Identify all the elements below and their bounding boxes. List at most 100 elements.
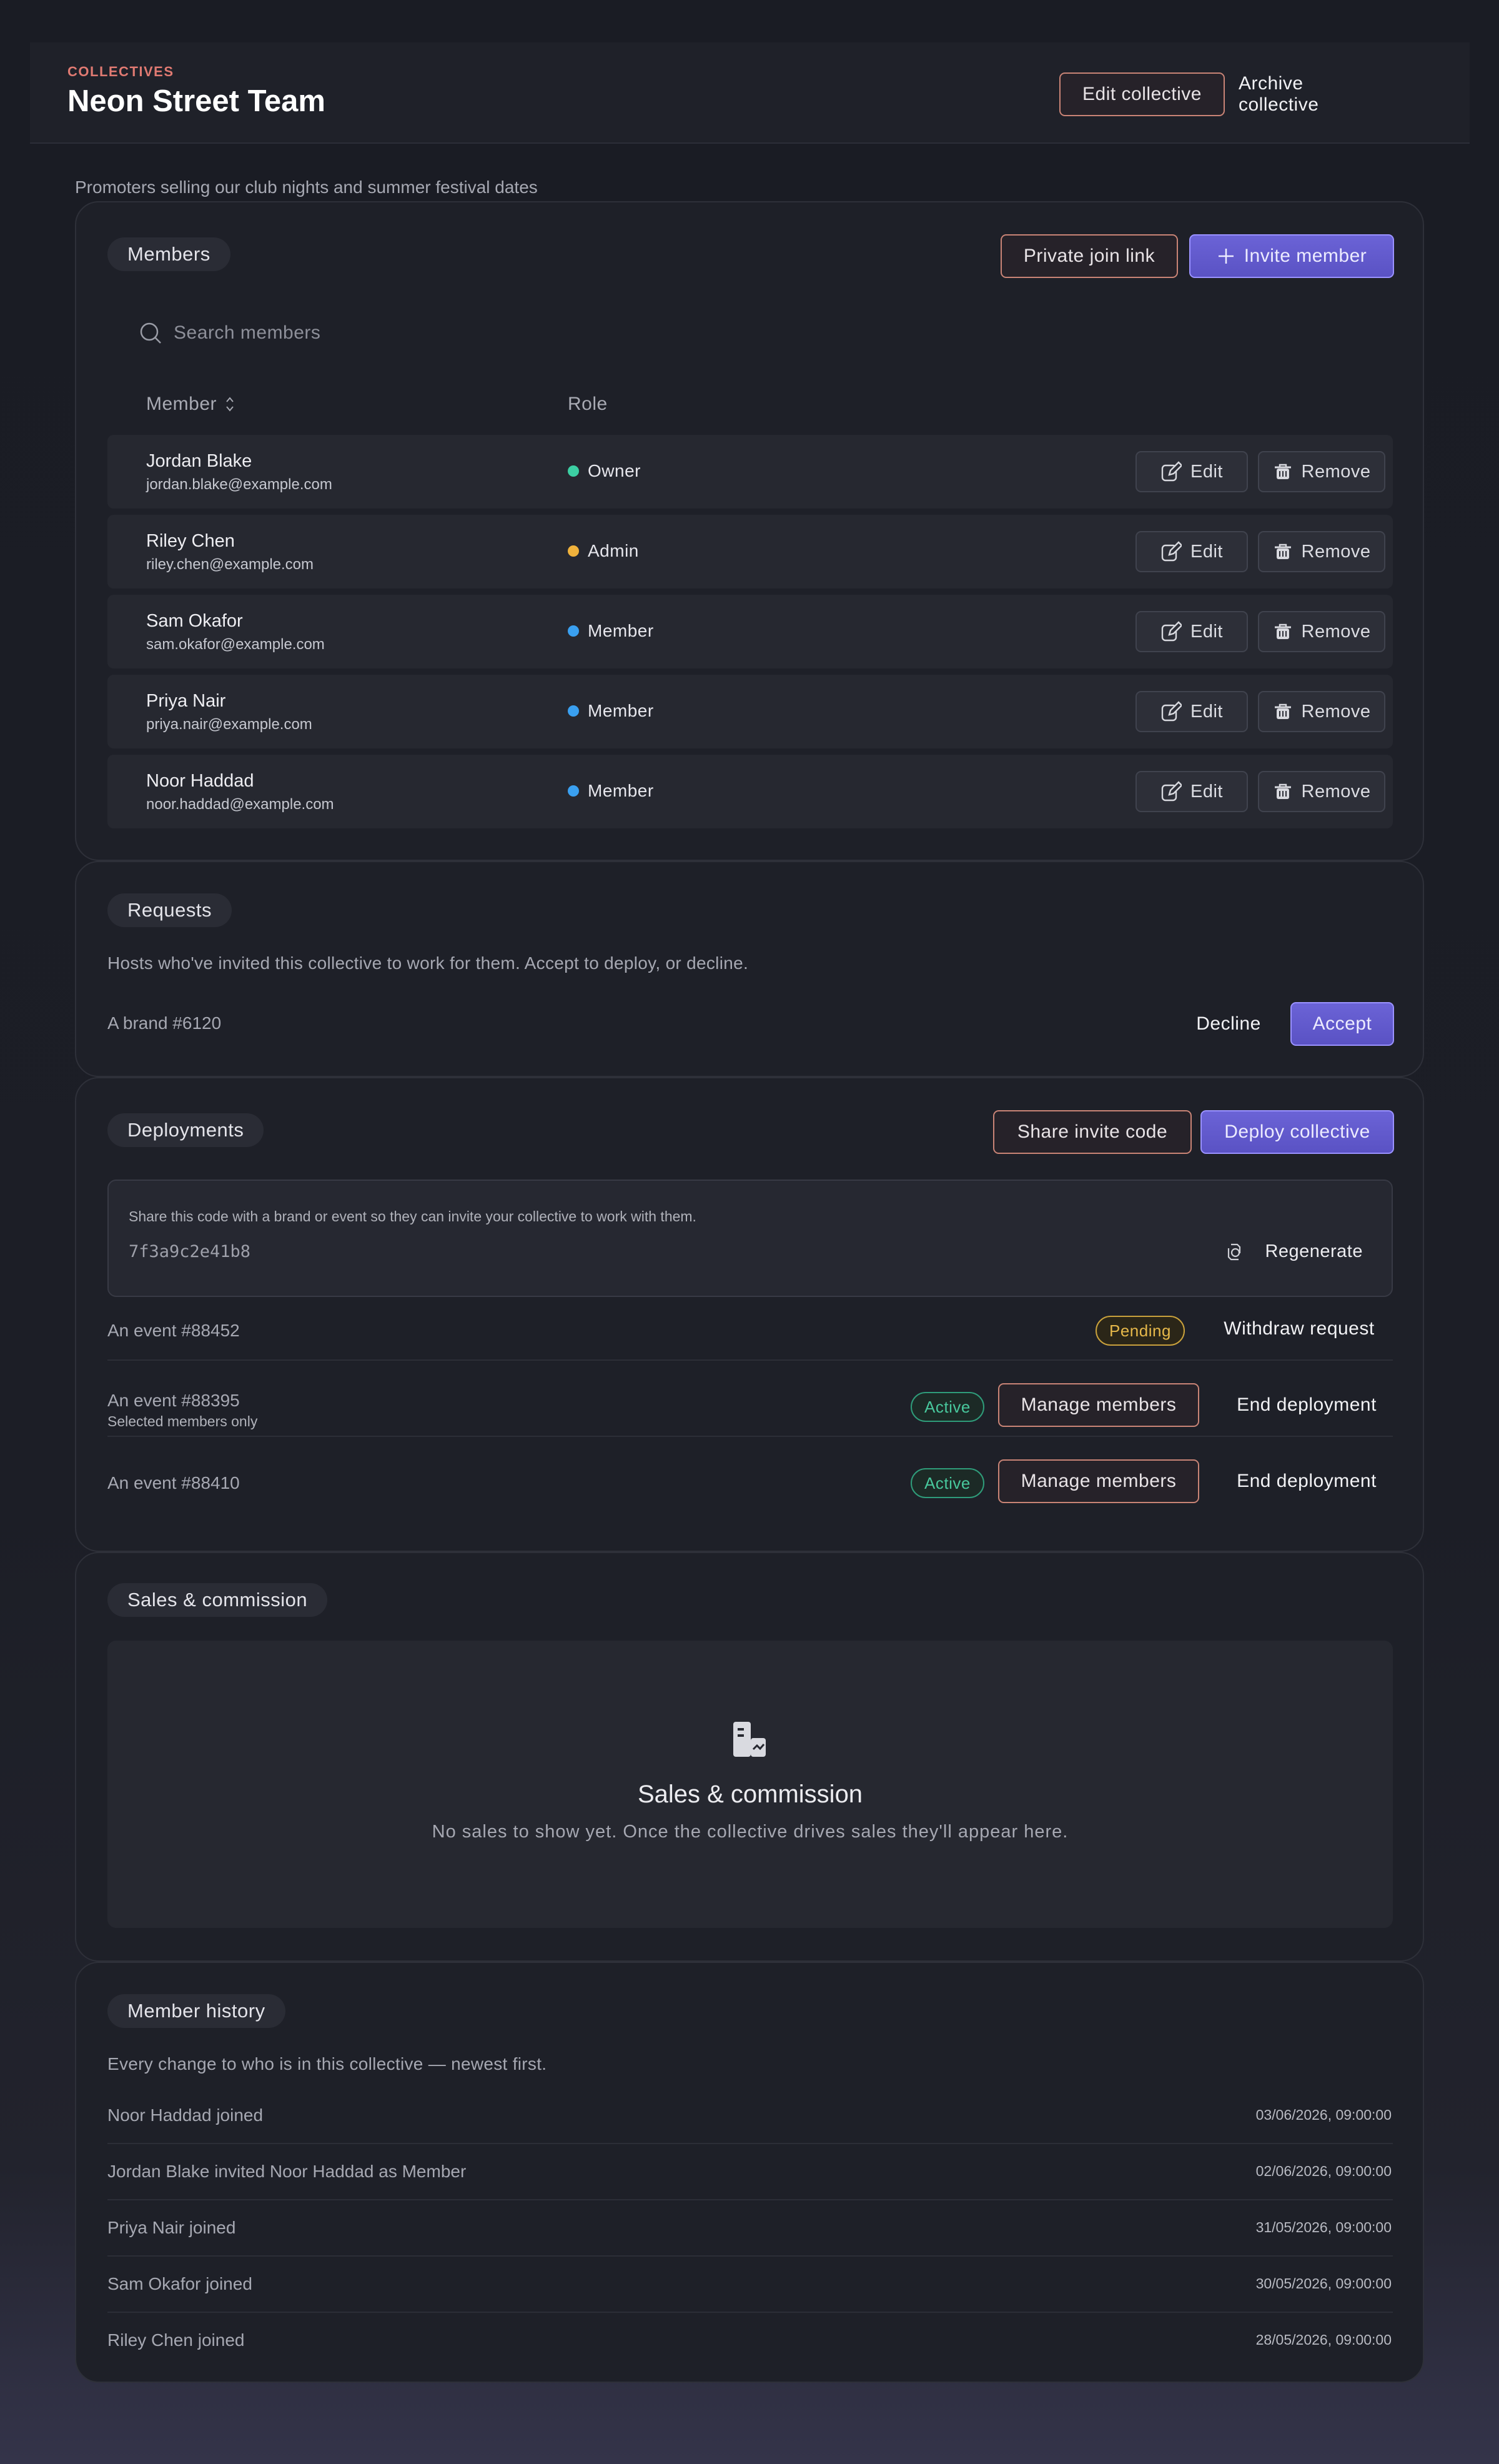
private-join-link-button[interactable]: Private join link bbox=[1001, 234, 1178, 278]
search-input[interactable]: Search members bbox=[139, 321, 320, 345]
member-history-card: Member history Every change to who is in… bbox=[75, 1962, 1424, 2383]
decline-button[interactable]: Decline bbox=[1182, 1002, 1275, 1046]
page-title: Neon Street Team bbox=[67, 84, 325, 118]
edit-label: Edit bbox=[1190, 781, 1223, 802]
history-item: Riley Chen joined bbox=[107, 2330, 245, 2350]
request-item-title: A brand #6120 bbox=[107, 1013, 222, 1033]
remove-label: Remove bbox=[1301, 461, 1371, 482]
share-invite-code-button[interactable]: Share invite code bbox=[993, 1110, 1192, 1154]
remove-member-button[interactable]: Remove bbox=[1258, 531, 1385, 572]
member-name: Riley Chen bbox=[146, 531, 235, 551]
sales-report-icon bbox=[733, 1722, 766, 1757]
edit-member-button[interactable]: Edit bbox=[1135, 691, 1248, 732]
table-row: Priya Nair priya.nair@example.com Member Ed… bbox=[107, 675, 1393, 748]
trash-icon bbox=[1274, 544, 1291, 559]
edit-label: Edit bbox=[1190, 541, 1223, 562]
edit-icon bbox=[1161, 701, 1182, 722]
sales-empty-title: Sales & commission bbox=[637, 1781, 863, 1808]
edit-member-button[interactable]: Edit bbox=[1135, 531, 1248, 572]
member-name: Priya Nair bbox=[146, 691, 226, 711]
requests-description: Hosts who've invited this collective to … bbox=[107, 953, 749, 973]
member-role: Owner bbox=[568, 461, 641, 481]
member-role: Member bbox=[568, 781, 654, 801]
edit-label: Edit bbox=[1190, 701, 1223, 722]
history-timestamp: 28/05/2026, 09:00:00 bbox=[1255, 2332, 1392, 2348]
refresh-icon bbox=[1228, 1243, 1241, 1261]
search-icon bbox=[140, 322, 161, 344]
edit-member-button[interactable]: Edit bbox=[1135, 451, 1248, 492]
invite-code-hint: Share this code with a brand or event so… bbox=[129, 1208, 696, 1225]
history-divider bbox=[107, 2143, 1393, 2144]
member-name: Jordan Blake bbox=[146, 451, 252, 471]
invite-code-box: Share this code with a brand or event so… bbox=[107, 1180, 1393, 1297]
edit-member-button[interactable]: Edit bbox=[1135, 771, 1248, 812]
sales-empty-state: Sales & commission No sales to show yet.… bbox=[107, 1641, 1393, 1928]
invite-code-value[interactable]: 7f3a9c2e41b8 bbox=[129, 1242, 250, 1261]
sales-card: Sales & commission Sales & commission No… bbox=[75, 1552, 1424, 1962]
status-badge: Active bbox=[911, 1392, 984, 1422]
end-deployment-button[interactable]: End deployment bbox=[1219, 1459, 1394, 1503]
column-header-member[interactable]: Member bbox=[146, 394, 234, 415]
history-item: Jordan Blake invited Noor Haddad as Memb… bbox=[107, 2162, 467, 2181]
sort-icon bbox=[226, 397, 234, 412]
edit-collective-button[interactable]: Edit collective bbox=[1059, 72, 1225, 116]
breadcrumb[interactable]: COLLECTIVES bbox=[67, 64, 174, 80]
manage-members-button[interactable]: Manage members bbox=[998, 1459, 1199, 1503]
member-email: jordan.blake@example.com bbox=[146, 476, 332, 493]
history-divider bbox=[107, 2312, 1393, 2313]
member-role: Admin bbox=[568, 541, 639, 561]
edit-member-button[interactable]: Edit bbox=[1135, 611, 1248, 652]
regenerate-button[interactable]: Regenerate bbox=[1225, 1241, 1363, 1262]
remove-member-button[interactable]: Remove bbox=[1258, 771, 1385, 812]
invite-member-label: Invite member bbox=[1244, 246, 1367, 266]
member-role: Member bbox=[568, 701, 654, 721]
deployments-card: Deployments Share invite code Deploy col… bbox=[75, 1077, 1424, 1552]
remove-member-button[interactable]: Remove bbox=[1258, 451, 1385, 492]
remove-member-button[interactable]: Remove bbox=[1258, 691, 1385, 732]
search-placeholder: Search members bbox=[174, 322, 321, 343]
role-status-dot bbox=[568, 545, 579, 557]
remove-label: Remove bbox=[1301, 621, 1371, 642]
remove-label: Remove bbox=[1301, 781, 1371, 802]
table-row: Jordan Blake jordan.blake@example.com Owne… bbox=[107, 435, 1393, 509]
invite-member-button[interactable]: Invite member bbox=[1189, 234, 1394, 278]
end-deployment-button[interactable]: End deployment bbox=[1219, 1383, 1394, 1427]
trash-icon bbox=[1274, 703, 1291, 719]
member-email: priya.nair@example.com bbox=[146, 716, 312, 733]
role-status-dot bbox=[568, 705, 579, 717]
page-header: COLLECTIVES Neon Street Team Edit collec… bbox=[30, 42, 1470, 144]
remove-label: Remove bbox=[1301, 541, 1371, 562]
remove-label: Remove bbox=[1301, 701, 1371, 722]
edit-label: Edit bbox=[1190, 461, 1223, 482]
deployment-subtitle: Selected members only bbox=[107, 1413, 258, 1429]
column-member-label: Member bbox=[146, 394, 217, 414]
table-row: Sam Okafor sam.okafor@example.com Member Ed… bbox=[107, 595, 1393, 668]
role-label: Member bbox=[588, 701, 654, 720]
collective-description: Promoters selling our club nights and su… bbox=[75, 177, 538, 197]
history-timestamp: 30/05/2026, 09:00:00 bbox=[1255, 2275, 1392, 2292]
role-label: Member bbox=[588, 621, 654, 640]
deployment-title: An event #88410 bbox=[107, 1473, 240, 1493]
deployment-title: An event #88452 bbox=[107, 1321, 240, 1340]
history-item: Priya Nair joined bbox=[107, 2218, 236, 2237]
archive-collective-button[interactable]: Archive collective bbox=[1239, 72, 1388, 116]
edit-label: Edit bbox=[1190, 621, 1223, 642]
deploy-collective-button[interactable]: Deploy collective bbox=[1200, 1110, 1394, 1154]
history-timestamp: 31/05/2026, 09:00:00 bbox=[1255, 2219, 1392, 2235]
edit-icon bbox=[1161, 621, 1182, 642]
deployment-title: An event #88395 bbox=[107, 1391, 240, 1410]
trash-icon bbox=[1274, 783, 1291, 799]
remove-member-button[interactable]: Remove bbox=[1258, 611, 1385, 652]
trash-icon bbox=[1274, 623, 1291, 639]
role-status-dot bbox=[568, 465, 579, 477]
manage-members-button[interactable]: Manage members bbox=[998, 1383, 1199, 1427]
sales-empty-text: No sales to show yet. Once the collectiv… bbox=[432, 1822, 1069, 1842]
history-timestamp: 03/06/2026, 09:00:00 bbox=[1255, 2107, 1392, 2123]
accept-button[interactable]: Accept bbox=[1290, 1002, 1394, 1046]
member-email: noor.haddad@example.com bbox=[146, 796, 334, 813]
deployment-divider bbox=[107, 1436, 1393, 1437]
member-email: sam.okafor@example.com bbox=[146, 636, 325, 653]
deployment-divider bbox=[107, 1359, 1393, 1361]
withdraw-request-button[interactable]: Withdraw request bbox=[1205, 1307, 1393, 1351]
members-pill: Members bbox=[107, 237, 230, 271]
